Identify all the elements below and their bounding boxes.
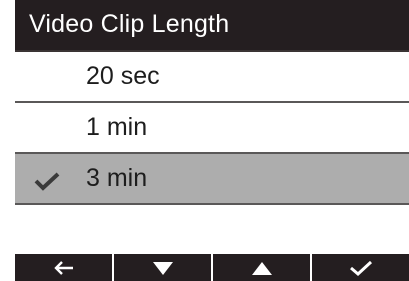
down-triangle-icon [152,261,173,275]
option-label: 1 min [86,113,148,141]
option-1-min[interactable]: 1 min [15,103,409,154]
up-triangle-icon [251,261,272,275]
scroll-up-button[interactable] [211,254,310,281]
confirm-button[interactable] [310,254,409,281]
option-label: 20 sec [86,62,160,90]
softkey-bar [15,254,409,281]
empty-list-area [15,205,409,254]
confirm-check-icon [349,260,372,276]
back-button[interactable] [15,254,112,281]
title-bar: Video Clip Length [15,0,409,52]
option-3-min[interactable]: 3 min [15,154,409,205]
scroll-down-button[interactable] [112,254,211,281]
page-title: Video Clip Length [29,10,230,38]
option-20-sec[interactable]: 20 sec [15,52,409,103]
video-clip-length-screen: Video Clip Length 20 sec 1 min 3 min [0,0,409,281]
checkmark-icon [34,172,60,191]
option-label: 3 min [86,164,148,192]
options-list: 20 sec 1 min 3 min [15,52,409,205]
back-arrow-icon [53,260,73,275]
